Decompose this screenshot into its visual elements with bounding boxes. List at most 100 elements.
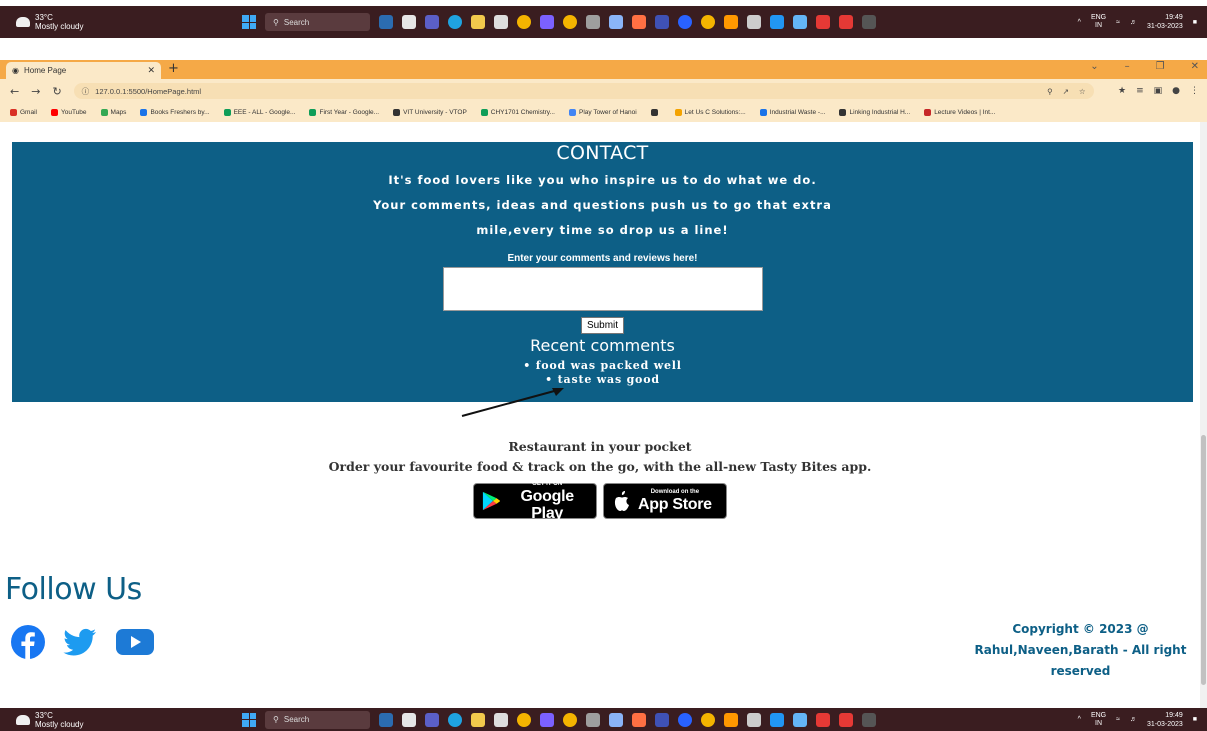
weather-widget[interactable]: 33°C Mostly cloudy — [0, 13, 220, 31]
firefox-icon[interactable] — [724, 15, 738, 29]
bookmark-item[interactable]: Linking Industrial H... — [839, 109, 910, 116]
bookmark-item[interactable]: VIT University - VTOP — [393, 109, 467, 116]
firefox-icon[interactable] — [724, 712, 738, 727]
youtube-icon[interactable] — [115, 625, 155, 659]
file-explorer-icon[interactable] — [471, 712, 485, 727]
edge-icon[interactable] — [448, 15, 462, 29]
reading-list-icon[interactable]: ≡ — [1136, 86, 1144, 96]
app-icon[interactable] — [379, 15, 393, 29]
app-icon[interactable] — [632, 15, 646, 29]
tab-home-page[interactable]: ◉ Home Page ✕ — [6, 62, 161, 79]
vscode-icon[interactable] — [770, 15, 784, 29]
app-icon[interactable] — [586, 15, 600, 29]
back-icon[interactable]: ← — [10, 85, 19, 98]
close-tab-icon[interactable]: ✕ — [147, 65, 155, 76]
app-icon[interactable] — [402, 712, 416, 727]
app-store-button[interactable]: Download on the App Store — [603, 483, 727, 519]
chevron-up-icon[interactable]: ^ — [1078, 716, 1081, 723]
comment-textarea[interactable] — [442, 267, 763, 311]
wifi-icon[interactable]: ≈ — [1116, 716, 1120, 723]
bookmark-item[interactable]: YouTube — [50, 109, 87, 116]
chrome-icon[interactable] — [701, 712, 715, 727]
app-icon[interactable] — [586, 712, 600, 727]
bookmark-item[interactable]: First Year - Google... — [309, 109, 379, 116]
app-icon[interactable] — [540, 712, 554, 727]
notification-icon[interactable]: ■ — [1193, 716, 1197, 723]
side-panel-icon[interactable]: ▣ — [1154, 86, 1163, 96]
windows-start-icon[interactable] — [242, 15, 256, 29]
app-icon[interactable] — [609, 712, 623, 727]
vscode-icon[interactable] — [770, 712, 784, 727]
extensions-icon[interactable]: ★ — [1118, 86, 1126, 96]
twitter-icon[interactable] — [63, 625, 97, 659]
app-icon[interactable] — [678, 15, 692, 29]
bookmark-item[interactable]: Maps — [100, 109, 126, 116]
app-icon[interactable] — [678, 712, 692, 727]
site-info-icon[interactable]: ⓘ — [82, 86, 90, 97]
zoom-icon[interactable]: ⚲ — [1047, 87, 1053, 96]
chevron-up-icon[interactable]: ^ — [1078, 19, 1081, 26]
chrome-icon[interactable] — [517, 712, 531, 727]
profile-avatar[interactable]: ● — [1172, 86, 1180, 96]
bookmark-item[interactable]: Books Freshers by... — [140, 109, 210, 116]
close-window-button[interactable]: ✕ — [1191, 61, 1199, 72]
minimize-button[interactable]: – — [1125, 61, 1130, 72]
app-icon[interactable] — [816, 15, 830, 29]
app-icon[interactable] — [632, 712, 646, 727]
app-icon[interactable] — [793, 15, 807, 29]
language-indicator[interactable]: ENG IN — [1091, 14, 1106, 30]
app-icon[interactable] — [747, 712, 761, 727]
app-icon[interactable] — [609, 15, 623, 29]
reload-icon[interactable]: ↻ — [52, 85, 61, 98]
app-icon[interactable] — [540, 15, 554, 29]
bookmark-item[interactable]: Play Tower of Hanoi — [568, 109, 637, 116]
pdf-icon[interactable] — [839, 15, 853, 29]
chrome-icon[interactable] — [701, 15, 715, 29]
volume-icon[interactable]: ♬ — [1130, 19, 1137, 26]
weather-widget[interactable]: 33°C Mostly cloudy — [0, 711, 220, 729]
submit-button[interactable]: Submit — [580, 317, 625, 334]
menu-icon[interactable]: ⋮ — [1190, 86, 1199, 96]
app-icon[interactable] — [655, 15, 669, 29]
google-play-button[interactable]: GET IT ON Google Play — [473, 481, 597, 522]
chrome-icon[interactable] — [563, 712, 577, 727]
windows-start-icon[interactable] — [242, 712, 256, 727]
scrollbar-thumb[interactable] — [1201, 435, 1206, 685]
teams-icon[interactable] — [425, 15, 439, 29]
edge-icon[interactable] — [448, 712, 462, 727]
chrome-icon[interactable] — [563, 15, 577, 29]
taskbar-search[interactable]: ⚲ Search — [265, 710, 370, 729]
tab-search-icon[interactable]: ⌄ — [1090, 61, 1098, 72]
volume-icon[interactable]: ♬ — [1130, 716, 1137, 723]
app-icon[interactable] — [494, 15, 508, 29]
new-tab-button[interactable]: + — [168, 61, 179, 76]
bookmark-item[interactable]: EEE - ALL - Google... — [223, 109, 295, 116]
app-icon[interactable] — [793, 712, 807, 727]
app-icon[interactable] — [816, 712, 830, 727]
bookmark-item[interactable]: Industrial Waste -... — [759, 109, 825, 116]
bookmark-star-icon[interactable]: ☆ — [1079, 87, 1086, 96]
bookmark-item[interactable] — [650, 109, 661, 116]
pdf-icon[interactable] — [839, 712, 853, 727]
bookmark-item[interactable]: Lecture Videos | Int... — [924, 109, 995, 116]
omnibox[interactable]: ⓘ 127.0.0.1:5500/HomePage.html ⚲ ↗ ☆ — [73, 83, 1094, 99]
bookmark-item[interactable]: Gmail — [10, 109, 37, 116]
app-icon[interactable] — [655, 712, 669, 727]
wifi-icon[interactable]: ≈ — [1116, 19, 1120, 26]
language-indicator[interactable]: ENG IN — [1091, 712, 1106, 728]
facebook-icon[interactable] — [11, 625, 45, 659]
share-icon[interactable]: ↗ — [1063, 87, 1069, 96]
bookmark-item[interactable]: CHY1701 Chemistry... — [480, 109, 555, 116]
file-explorer-icon[interactable] — [471, 15, 485, 29]
teams-icon[interactable] — [425, 712, 439, 727]
terminal-icon[interactable] — [862, 15, 876, 29]
clock[interactable]: 19:49 31-03-2023 — [1147, 13, 1183, 31]
clock[interactable]: 19:49 31-03-2023 — [1147, 711, 1183, 729]
notification-icon[interactable]: ■ — [1193, 19, 1197, 26]
chrome-icon[interactable] — [517, 15, 531, 29]
taskbar-search[interactable]: ⚲ Search — [265, 13, 370, 31]
app-icon[interactable] — [747, 15, 761, 29]
terminal-icon[interactable] — [862, 712, 876, 727]
maximize-button[interactable]: ❐ — [1156, 61, 1165, 72]
bookmark-item[interactable]: Let Us C Solutions:... — [674, 109, 746, 116]
